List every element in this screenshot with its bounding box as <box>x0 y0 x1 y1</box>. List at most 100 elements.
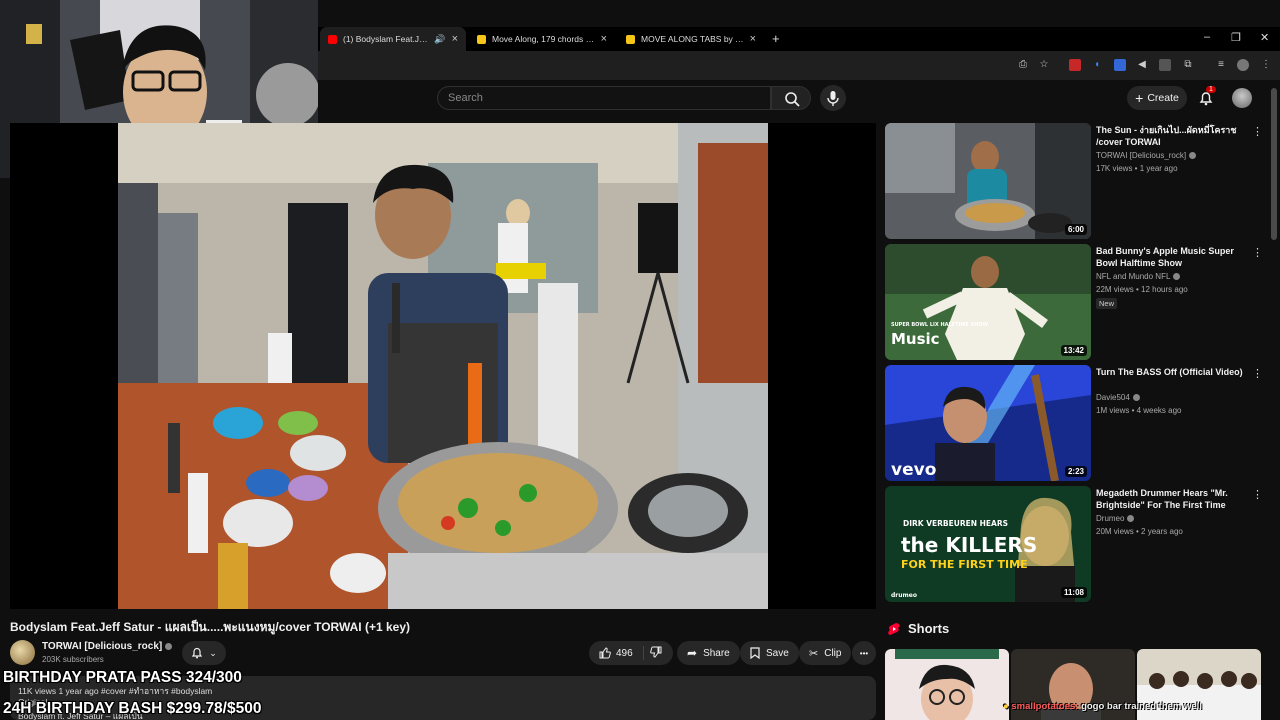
mic-icon <box>827 91 839 106</box>
dislike-button[interactable] <box>649 646 662 661</box>
new-tab-button[interactable]: + <box>772 31 780 46</box>
share-button[interactable]: ➦ Share <box>677 641 740 665</box>
video-thumbnail[interactable]: 6:00 <box>885 123 1091 239</box>
chat-text: gogo bar trained them well <box>1081 701 1202 712</box>
recommendation-item[interactable]: SUPER BOWL LIX HALFTIME SHOW Music 13:42… <box>885 244 1270 361</box>
killers-top-text: DIRK VERBEUREN HEARS <box>903 519 1008 528</box>
chat-badge-icon: ● <box>1003 701 1009 712</box>
tab-close-icon[interactable]: × <box>750 33 756 45</box>
chevron-down-icon: ⌄ <box>209 647 217 658</box>
vevo-logo: vevo <box>891 460 936 480</box>
media-control-icon[interactable]: ≡ <box>1215 59 1227 71</box>
ug-favicon-icon <box>477 34 486 44</box>
apple-music-logo: Music <box>891 330 940 348</box>
tab-title: MOVE ALONG TABS by The All- <box>641 34 744 44</box>
tab-close-icon[interactable]: × <box>601 33 607 45</box>
tab-close-icon[interactable]: × <box>452 33 458 45</box>
extension-red-icon[interactable] <box>1069 59 1081 71</box>
subscribe-bell-button[interactable]: ⌄ <box>182 641 226 665</box>
browser-menu-icon[interactable]: ⋮ <box>1260 59 1272 71</box>
voice-search-button[interactable] <box>820 85 846 111</box>
save-button[interactable]: Save <box>740 641 799 665</box>
recommendation-title[interactable]: Turn The BASS Off (Official Video) <box>1096 366 1246 378</box>
maximize-button[interactable]: ❐ <box>1231 31 1241 44</box>
share-label: Share <box>703 647 730 659</box>
recommendation-item[interactable]: vevo 2:23 Turn The BASS Off (Official Vi… <box>885 365 1270 482</box>
shorts-label: Shorts <box>908 621 950 636</box>
plus-icon: + <box>1135 90 1144 106</box>
create-label: Create <box>1147 92 1179 104</box>
recommendation-channel[interactable]: TORWAI [Delicious_rock] <box>1096 151 1246 160</box>
scissors-icon: ✂ <box>809 647 819 660</box>
tab-move-along-tabs[interactable]: MOVE ALONG TABS by The All- × <box>618 27 764 51</box>
recommendation-title[interactable]: The Sun - ง่ายเกินไป...ผัดหมี่โคราช /cov… <box>1096 124 1246 148</box>
recommendation-meta: 22M views • 12 hours ago <box>1096 285 1188 294</box>
close-window-button[interactable]: ✕ <box>1260 31 1269 44</box>
bell-icon <box>192 647 203 659</box>
youtube-favicon-icon <box>328 34 337 44</box>
channel-text: NFL and Mundo NFL <box>1096 272 1171 281</box>
search-input[interactable]: Search <box>437 86 771 110</box>
volume-extension-icon[interactable]: ◀ <box>1136 59 1148 71</box>
save-label: Save <box>766 647 789 659</box>
killers-bottom-text: FOR THE FIRST TIME <box>901 558 1028 571</box>
save-icon <box>750 647 760 659</box>
like-count: 496 <box>616 647 633 659</box>
video-thumbnail[interactable]: DIRK VERBEUREN HEARS the KILLERS FOR THE… <box>885 486 1091 602</box>
recommendation-item[interactable]: 6:00 The Sun - ง่ายเกินไป...ผัดหมี่โคราช… <box>885 123 1270 240</box>
like-button[interactable]: 496 <box>599 647 633 659</box>
channel-avatar[interactable] <box>10 640 35 665</box>
minimize-button[interactable]: – <box>1204 31 1210 43</box>
recommendation-item[interactable]: DIRK VERBEUREN HEARS the KILLERS FOR THE… <box>885 486 1270 603</box>
recommendation-channel[interactable]: NFL and Mundo NFL <box>1096 272 1246 281</box>
recommendation-title[interactable]: Megadeth Drummer Hears "Mr. Brightside" … <box>1096 487 1246 511</box>
video-player[interactable] <box>10 123 876 609</box>
ug-favicon-icon <box>626 34 635 44</box>
recommendation-channel[interactable]: Davie504 <box>1096 393 1246 402</box>
channel-text: TORWAI [Delicious_rock] <box>1096 151 1187 160</box>
short-thumbnail[interactable] <box>885 649 1009 720</box>
more-options-icon[interactable]: ⋮ <box>1252 488 1263 501</box>
more-options-icon[interactable]: ⋮ <box>1252 246 1263 259</box>
search-placeholder: Search <box>448 92 483 104</box>
drumeo-logo: drumeo <box>891 592 917 599</box>
account-avatar[interactable] <box>1232 88 1252 108</box>
channel-name[interactable]: TORWAI [Delicious_rock] <box>42 641 173 652</box>
tab-move-along-chords[interactable]: Move Along, 179 chords & tabs × <box>469 27 615 51</box>
duration-badge: 2:23 <box>1064 466 1087 477</box>
new-badge: New <box>1096 298 1118 309</box>
profile-icon[interactable] <box>1237 59 1249 71</box>
verified-check-icon <box>165 642 173 650</box>
like-dislike-group: 496 <box>589 641 673 665</box>
recommendation-channel[interactable]: Drumeo <box>1096 514 1246 523</box>
thumbs-up-icon <box>599 647 611 659</box>
share-icon: ➦ <box>687 646 698 660</box>
more-options-icon[interactable]: ⋮ <box>1252 367 1263 380</box>
notifications-button[interactable]: 1 <box>1197 86 1216 107</box>
video-thumbnail[interactable]: vevo 2:23 <box>885 365 1091 481</box>
bookmark-star-icon[interactable]: ☆ <box>1038 59 1050 71</box>
extensions-puzzle-icon[interactable]: ⧉ <box>1182 59 1194 71</box>
extension-blue-icon[interactable] <box>1114 59 1126 71</box>
verified-check-icon <box>1173 273 1181 281</box>
extension-gray-icon[interactable] <box>1159 59 1171 71</box>
create-button[interactable]: + Create <box>1127 86 1187 110</box>
divider <box>642 646 644 660</box>
recommendation-title[interactable]: Bad Bunny's Apple Music Super Bowl Halft… <box>1096 245 1246 269</box>
more-actions-button[interactable]: ••• <box>852 641 876 665</box>
thumbnail-image: SUPER BOWL LIX HALFTIME SHOW Music <box>885 244 1091 360</box>
tab-bodyslam[interactable]: (1) Bodyslam Feat.Jeff Satur 🔊 × <box>320 27 466 51</box>
extension-audio-icon[interactable]: ◖ <box>1091 59 1103 71</box>
search-button[interactable] <box>771 86 811 110</box>
install-app-icon[interactable]: ⎙ <box>1017 59 1029 71</box>
cooking-cover-video-image <box>118 123 768 609</box>
search-icon <box>785 92 800 107</box>
subscriber-count: 203K subscribers <box>42 655 104 664</box>
scrollbar-thumb[interactable] <box>1271 88 1277 240</box>
duration-badge: 13:42 <box>1060 345 1087 356</box>
video-thumbnail[interactable]: SUPER BOWL LIX HALFTIME SHOW Music 13:42 <box>885 244 1091 360</box>
speaker-icon[interactable]: 🔊 <box>434 34 445 45</box>
clip-button[interactable]: ✂ Clip <box>799 641 852 665</box>
more-options-icon[interactable]: ⋮ <box>1252 125 1263 138</box>
stream-chat-message: ● smallpotatoes: gogo bar trained them w… <box>1003 701 1202 712</box>
